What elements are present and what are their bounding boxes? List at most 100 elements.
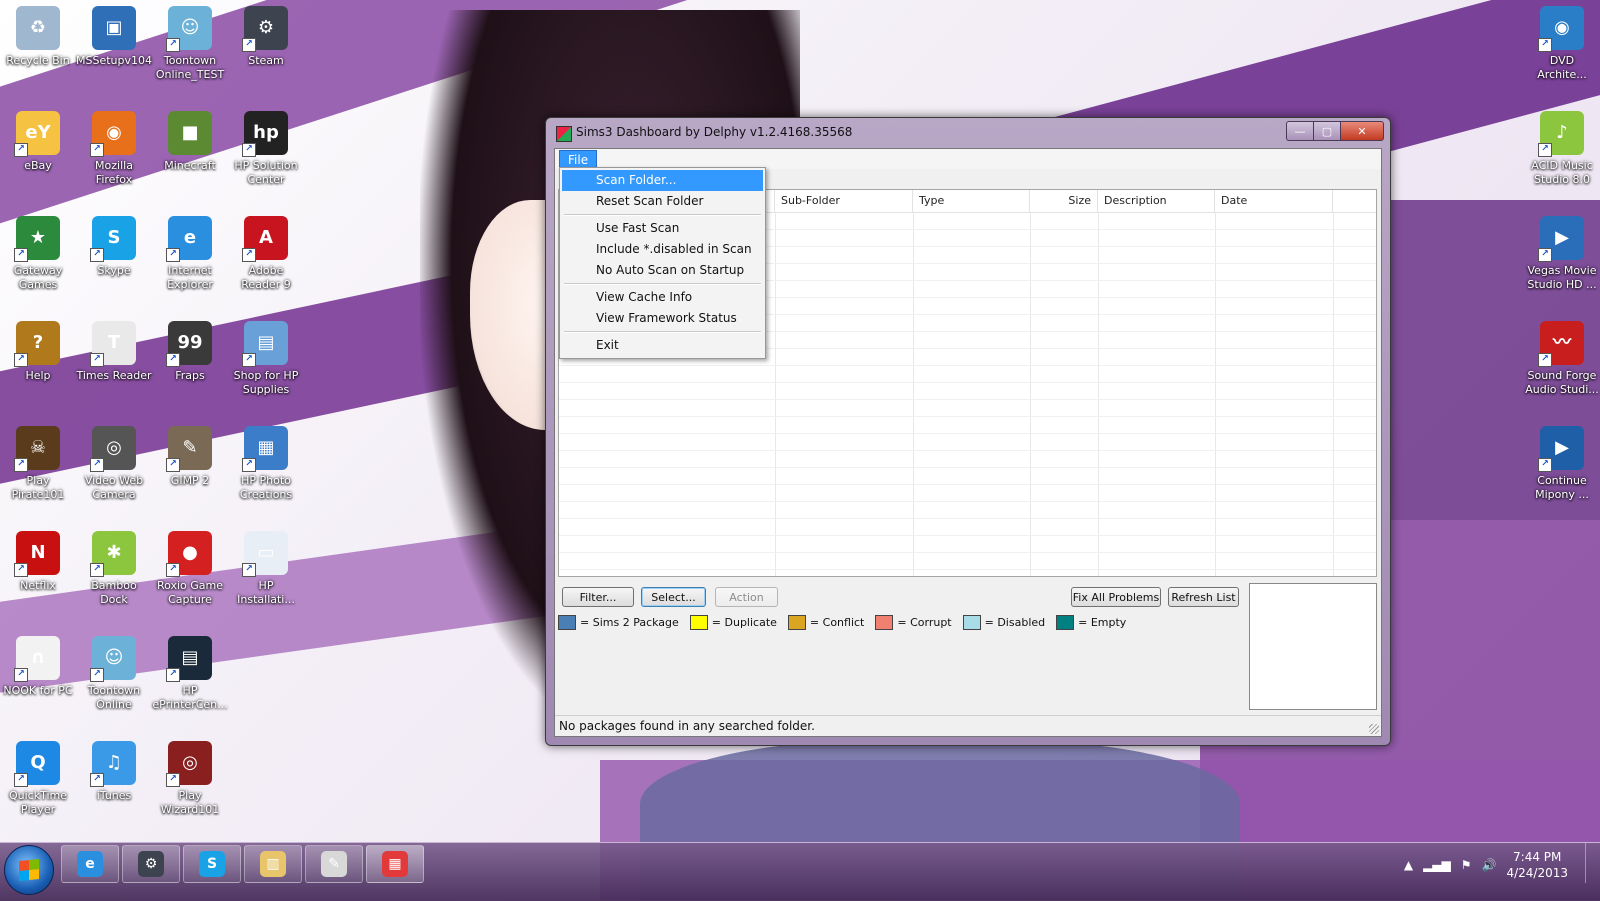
title-bar[interactable]: Sims3 Dashboard by Delphy v1.2.4168.3556… (552, 121, 1384, 145)
minecraft-icon: ■ (168, 111, 212, 155)
desktop-icon[interactable]: ▤ ↗ Shop for HP Supplies (228, 321, 304, 397)
shortcut-arrow-icon: ↗ (90, 563, 104, 577)
dvd-architect-icon: ◉ ↗ (1538, 6, 1584, 52)
start-button[interactable] (4, 845, 54, 895)
desktop-icon[interactable]: ☺ ↗ Toontown Online (76, 636, 152, 712)
internet-explorer-icon: e (77, 851, 103, 877)
shortcut-arrow-icon: ↗ (90, 668, 104, 682)
desktop-icon[interactable]: Q ↗ QuickTime Player (0, 741, 76, 817)
menu-item[interactable]: View Framework Status (562, 308, 763, 329)
legend-swatch (689, 615, 708, 630)
column-header[interactable]: Date (1215, 190, 1333, 212)
menu-item[interactable]: Scan Folder... (562, 170, 763, 191)
desktop-icon[interactable]: ? ↗ Help (0, 321, 76, 383)
desktop-icon[interactable]: ◎ ↗ Play Wizard101 (152, 741, 228, 817)
menu-item[interactable]: Exit (562, 335, 763, 356)
desktop-icon[interactable]: ✱ ↗ Bamboo Dock (76, 531, 152, 607)
desktop-icon[interactable]: ▶ ↗ Vegas Movie Studio HD ... (1524, 216, 1600, 292)
shortcut-arrow-icon: ↗ (14, 458, 28, 472)
desktop-icon[interactable]: 99 ↗ Fraps (152, 321, 228, 383)
taskbar-button[interactable]: S (183, 845, 241, 883)
desktop-icon[interactable]: S ↗ Skype (76, 216, 152, 278)
desktop-icon[interactable]: ☺ ↗ Toontown Online_TEST (152, 6, 228, 82)
grid-row-line (559, 365, 1376, 366)
refresh-list-button[interactable]: Refresh List (1168, 587, 1239, 607)
desktop-icon[interactable]: ☠ ↗ Play Pirate101 (0, 426, 76, 502)
menu-item[interactable]: View Cache Info (562, 287, 763, 308)
select-button[interactable]: Select... (641, 587, 706, 607)
legend-item: = Disabled (962, 615, 1046, 630)
show-desktop-button[interactable] (1585, 843, 1600, 883)
desktop-icon[interactable]: ■ Minecraft (152, 111, 228, 173)
shortcut-arrow-icon: ↗ (166, 248, 180, 262)
menu-item[interactable]: Include *.disabled in Scan (562, 239, 763, 260)
column-header[interactable]: Type (913, 190, 1030, 212)
desktop-icon[interactable]: ♻ Recycle Bin (0, 6, 76, 68)
column-header[interactable]: Description (1098, 190, 1215, 212)
steam-icon: ⚙ ↗ (242, 6, 288, 52)
desktop-icon-label: Recycle Bin (6, 54, 70, 67)
desktop-icon[interactable]: eY ↗ eBay (0, 111, 76, 173)
column-header[interactable]: Sub-Folder (775, 190, 913, 212)
menu-item[interactable]: Use Fast Scan (562, 218, 763, 239)
desktop-icon[interactable]: ◉ ↗ DVD Archite... (1524, 6, 1600, 82)
wizard101-icon: ◎ ↗ (166, 741, 212, 787)
legend-label: = Disabled (984, 616, 1046, 629)
taskbar-button[interactable]: ▦ (366, 845, 424, 883)
desktop-icon-label: Toontown Online (87, 684, 141, 711)
clock[interactable]: 7:44 PM 4/24/2013 (1506, 849, 1568, 881)
desktop-icon[interactable]: ▶ ↗ Continue Mipony ... (1524, 426, 1600, 502)
legend-swatch (875, 615, 894, 630)
minimize-button[interactable]: — (1286, 121, 1313, 141)
desktop-icon[interactable]: ✎ ↗ GIMP 2 (152, 426, 228, 488)
menu-item[interactable]: No Auto Scan on Startup (562, 260, 763, 281)
grid-row-line (559, 535, 1376, 536)
taskbar-button[interactable]: ⚙ (122, 845, 180, 883)
taskbar-button[interactable]: e (61, 845, 119, 883)
desktop-icon[interactable]: e ↗ Internet Explorer (152, 216, 228, 292)
vegas-movie-icon: ▶ ↗ (1538, 216, 1584, 262)
desktop-icon[interactable]: ▦ ↗ HP Photo Creations (228, 426, 304, 502)
taskbar-button[interactable]: ✎ (305, 845, 363, 883)
desktop-icon[interactable]: hp ↗ HP Solution Center (228, 111, 304, 187)
desktop-icon[interactable]: T ↗ Times Reader (76, 321, 152, 383)
action-center-icon[interactable]: ⚑ (1461, 858, 1472, 872)
desktop-icon[interactable]: ∩ ↗ NOOK for PC (0, 636, 76, 698)
taskbar-button[interactable]: ▥ (244, 845, 302, 883)
desktop-icon[interactable]: 〰 ↗ Sound Forge Audio Studi... (1524, 321, 1600, 397)
legend-label: = Conflict (809, 616, 865, 629)
desktop-icon[interactable]: ◉ ↗ Mozilla Firefox (76, 111, 152, 187)
desktop-icon[interactable]: ● ↗ Roxio Game Capture (152, 531, 228, 607)
desktop-icon[interactable]: ◎ ↗ Video Web Camera (76, 426, 152, 502)
desktop-icon[interactable]: ★ ↗ Gateway Games (0, 216, 76, 292)
fix-all-problems-button[interactable]: Fix All Problems (1071, 587, 1161, 607)
column-header[interactable]: Size (1030, 190, 1098, 212)
desktop-icon-label: Minecraft (164, 159, 216, 172)
desktop-icon[interactable]: ♪ ↗ ACID Music Studio 8.0 (1524, 111, 1600, 187)
desktop-icon-label: ACID Music Studio 8.0 (1531, 159, 1593, 186)
shortcut-arrow-icon: ↗ (14, 773, 28, 787)
maximize-button[interactable]: ▢ (1313, 121, 1340, 141)
desktop-icon[interactable]: A ↗ Adobe Reader 9 (228, 216, 304, 292)
close-button[interactable]: ✕ (1340, 121, 1384, 141)
desktop-icon[interactable]: ▣ MSSetupv104 (76, 6, 152, 68)
ebay-icon: eY ↗ (14, 111, 60, 157)
filter-button[interactable]: Filter... (562, 587, 634, 607)
grid-column-line (913, 212, 914, 576)
desktop-icon[interactable]: ▭ ↗ HP Installati... (228, 531, 304, 607)
shortcut-arrow-icon: ↗ (1538, 248, 1552, 262)
desktop-icon[interactable]: ♫ ↗ iTunes (76, 741, 152, 803)
network-icon[interactable]: ▂▄▆ (1423, 858, 1451, 872)
menu-item[interactable]: Reset Scan Folder (562, 191, 763, 212)
desktop-icon-label: Mozilla Firefox (95, 159, 133, 186)
volume-icon[interactable]: 🔊 (1482, 858, 1497, 872)
desktop-icon[interactable]: ⚙ ↗ Steam (228, 6, 304, 68)
resize-grip[interactable] (1369, 724, 1379, 734)
desktop-icon[interactable]: N ↗ Netflix (0, 531, 76, 593)
menu-separator (564, 214, 761, 216)
legend-label: = Sims 2 Package (580, 616, 679, 629)
internet-explorer-icon: e ↗ (166, 216, 212, 262)
action-button[interactable]: Action (715, 587, 778, 607)
show-hidden-icons-icon[interactable]: ▲ (1404, 858, 1413, 872)
desktop-icon[interactable]: ▤ ↗ HP ePrinterCen... (152, 636, 228, 712)
